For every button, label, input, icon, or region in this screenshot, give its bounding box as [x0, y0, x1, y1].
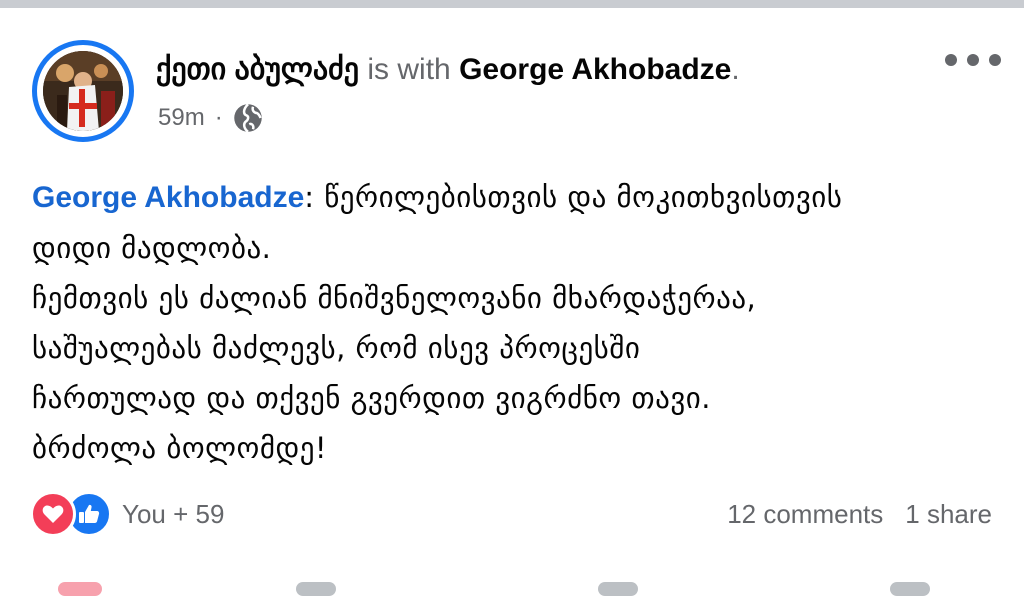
post-stats: 12 comments 1 share	[727, 496, 992, 532]
action-bar-hint	[890, 582, 930, 596]
more-dot	[945, 54, 957, 66]
more-options-icon[interactable]	[945, 48, 1001, 72]
tagged-suffix: .	[731, 53, 740, 86]
profile-avatar[interactable]	[32, 40, 134, 142]
globe-icon[interactable]	[233, 103, 263, 133]
tagged-user[interactable]: George Akhobadze	[459, 53, 731, 86]
post-body: George Akhobadze: წერილებისთვის და მოკით…	[32, 172, 1007, 473]
comments-count[interactable]: 12 comments	[727, 499, 883, 530]
post-meta: 59m ·	[158, 100, 263, 136]
post-line: საშუალებას მაძლევს, რომ ისევ პროცესში	[32, 331, 641, 365]
post-header: ქეთი აბულაძე is with George Akhobadze.	[156, 50, 740, 90]
mention-link[interactable]: George Akhobadze	[32, 181, 304, 214]
reaction-count[interactable]: You + 59	[122, 499, 224, 530]
shares-count[interactable]: 1 share	[905, 499, 992, 530]
post-line: დიდი მადლობა.	[32, 231, 272, 265]
with-text: is with	[367, 53, 451, 86]
meta-separator: ·	[214, 104, 223, 131]
post-line: ჩართულად და თქვენ გვერდით ვიგრძნო თავი.	[32, 381, 711, 415]
action-bar-hint	[58, 582, 102, 596]
post-time[interactable]: 59m	[158, 104, 205, 132]
top-divider	[0, 0, 1024, 8]
more-dot	[989, 54, 1001, 66]
heart-icon	[30, 491, 76, 537]
more-dot	[967, 54, 979, 66]
reactions-summary[interactable]: You + 59	[30, 491, 224, 537]
post-line-text: წერილებისთვის და მოკითხვისთვის	[324, 180, 843, 214]
action-bar-hint	[598, 582, 638, 596]
post-line: ჩემთვის ეს ძალიან მნიშვნელოვანი მხარდაჭე…	[32, 281, 757, 315]
action-bar-hint	[296, 582, 336, 596]
mention-suffix: :	[304, 180, 325, 214]
post-line: George Akhobadze: წერილებისთვის და მოკით…	[32, 172, 1007, 223]
avatar-image	[43, 51, 123, 131]
author-name[interactable]: ქეთი აბულაძე	[156, 53, 359, 86]
post-line: ბრძოლა ბოლომდე!	[32, 431, 328, 465]
